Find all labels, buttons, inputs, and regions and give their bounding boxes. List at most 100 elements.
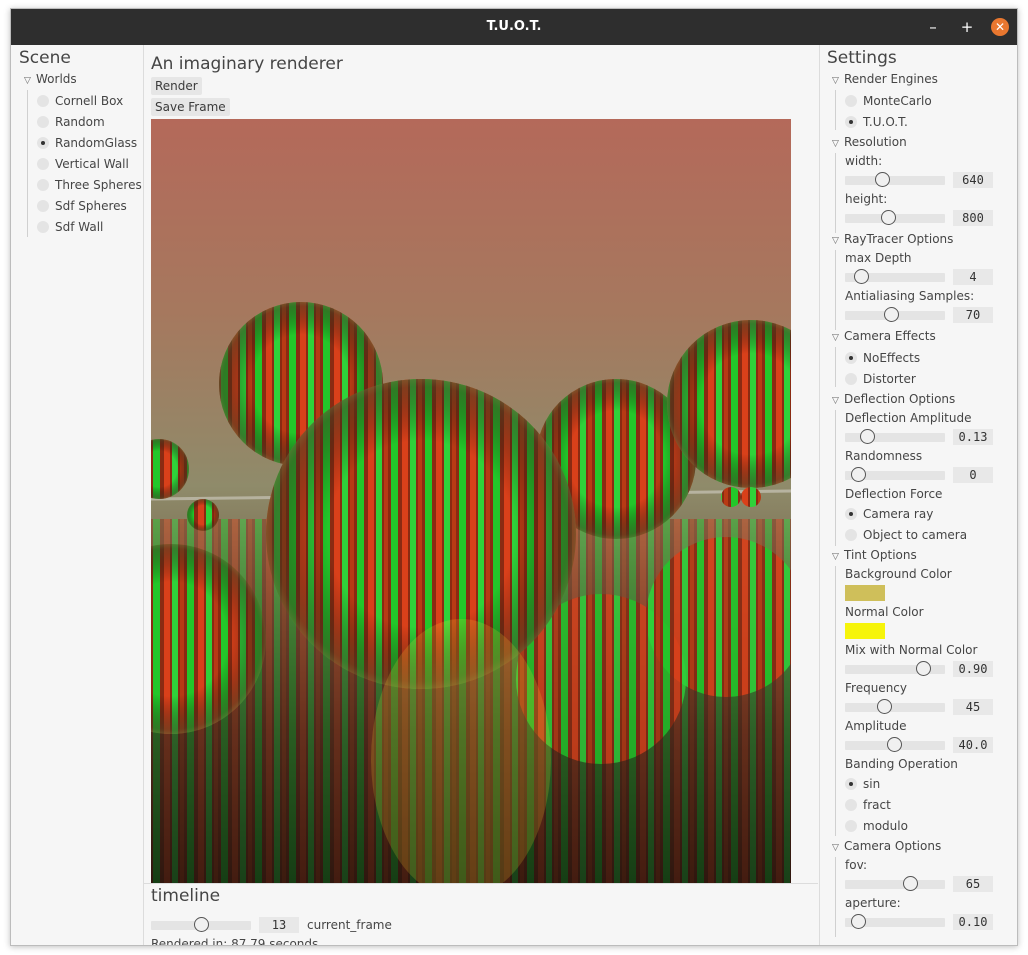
minimize-icon[interactable]: – [924, 18, 942, 36]
tree-guide-line [835, 153, 836, 233]
aperture-value[interactable]: 0.10 [953, 914, 993, 930]
slider-knob[interactable] [874, 172, 890, 187]
world-item-sdf-wall[interactable]: Sdf Wall [37, 218, 103, 236]
rendered-image [151, 119, 791, 884]
amplitude-value[interactable]: 40.0 [953, 737, 993, 753]
radio-icon[interactable] [37, 179, 49, 191]
deflection-amplitude-label: Deflection Amplitude [845, 411, 972, 425]
width-value[interactable]: 640 [953, 172, 993, 188]
slider-knob[interactable] [850, 914, 866, 929]
aperture-label: aperture: [845, 896, 901, 910]
radio-icon[interactable] [37, 221, 49, 233]
max-depth-slider[interactable] [845, 269, 945, 284]
height-label: height: [845, 192, 888, 206]
tree-guide-line [835, 410, 836, 546]
frequency-value[interactable]: 45 [953, 699, 993, 715]
deflection-options-header[interactable]: ▽ Deflection Options [832, 392, 955, 406]
slider-knob[interactable] [886, 737, 902, 752]
option-label: Camera ray [863, 507, 934, 521]
normal-color-label: Normal Color [845, 605, 924, 619]
maximize-icon[interactable]: + [958, 18, 976, 36]
world-item-sdf-spheres[interactable]: Sdf Spheres [37, 197, 127, 215]
slider-knob[interactable] [850, 467, 866, 482]
tree-guide-line [835, 90, 836, 130]
antialiasing-slider[interactable] [845, 307, 945, 322]
radio-icon[interactable] [845, 529, 857, 541]
timeline-slider-knob[interactable] [193, 917, 209, 932]
banding-option-sin[interactable]: sin [845, 775, 880, 793]
slider-knob[interactable] [853, 269, 869, 284]
background-color-swatch[interactable] [845, 585, 885, 601]
option-label: modulo [863, 819, 908, 833]
randomness-slider[interactable] [845, 467, 945, 482]
mix-normal-color-value[interactable]: 0.90 [953, 661, 993, 677]
banding-option-fract[interactable]: fract [845, 796, 891, 814]
force-option-object-to-camera[interactable]: Object to camera [845, 526, 967, 544]
slider-knob[interactable] [880, 210, 896, 225]
radio-icon[interactable] [845, 373, 857, 385]
slider-knob[interactable] [884, 307, 900, 322]
resolution-header[interactable]: ▽ Resolution [832, 135, 907, 149]
expand-triangle-icon: ▽ [832, 843, 839, 853]
world-item-cornell-box[interactable]: Cornell Box [37, 92, 123, 110]
radio-selected-icon[interactable] [845, 352, 857, 364]
effect-option-distorter[interactable]: Distorter [845, 370, 916, 388]
deflection-amplitude-value[interactable]: 0.13 [953, 429, 993, 445]
radio-selected-icon[interactable] [845, 116, 857, 128]
deflection-amplitude-slider[interactable] [845, 429, 945, 444]
render-engines-header[interactable]: ▽ Render Engines [832, 72, 938, 86]
timeline-slider[interactable] [151, 917, 251, 932]
section-label: Camera Effects [844, 329, 936, 343]
radio-icon[interactable] [37, 116, 49, 128]
radio-icon[interactable] [37, 158, 49, 170]
fov-slider[interactable] [845, 876, 945, 891]
normal-color-swatch[interactable] [845, 623, 885, 639]
camera-options-header[interactable]: ▽ Camera Options [832, 839, 941, 853]
world-item-three-spheres[interactable]: Three Spheres [37, 176, 142, 194]
mix-normal-color-slider[interactable] [845, 661, 945, 676]
radio-icon[interactable] [37, 200, 49, 212]
effect-option-noeffects[interactable]: NoEffects [845, 349, 920, 367]
worlds-tree-header[interactable]: ▽ Worlds [24, 72, 77, 86]
frequency-slider[interactable] [845, 699, 945, 714]
amplitude-slider[interactable] [845, 737, 945, 752]
width-slider[interactable] [845, 172, 945, 187]
banding-option-modulo[interactable]: modulo [845, 817, 908, 835]
render-button[interactable]: Render [151, 77, 202, 95]
close-icon[interactable]: ✕ [991, 18, 1009, 36]
slider-knob[interactable] [860, 429, 876, 444]
antialiasing-value[interactable]: 70 [953, 307, 993, 323]
slider-knob[interactable] [877, 699, 893, 714]
timeline-value[interactable]: 13 [259, 917, 299, 933]
aperture-slider[interactable] [845, 914, 945, 929]
slider-knob[interactable] [916, 661, 932, 676]
world-label: Three Spheres [55, 178, 142, 192]
radio-selected-icon[interactable] [845, 778, 857, 790]
radio-selected-icon[interactable] [845, 508, 857, 520]
radio-icon[interactable] [37, 95, 49, 107]
world-item-randomglass[interactable]: RandomGlass [37, 134, 137, 152]
radio-icon[interactable] [845, 820, 857, 832]
engine-option-montecarlo[interactable]: MonteCarlo [845, 92, 932, 110]
height-value[interactable]: 800 [953, 210, 993, 226]
tree-guide-line [835, 857, 836, 937]
tint-options-header[interactable]: ▽ Tint Options [832, 548, 917, 562]
height-slider[interactable] [845, 210, 945, 225]
world-item-random[interactable]: Random [37, 113, 105, 131]
radio-icon[interactable] [845, 95, 857, 107]
world-item-vertical-wall[interactable]: Vertical Wall [37, 155, 129, 173]
randomness-value[interactable]: 0 [953, 467, 993, 483]
camera-effects-header[interactable]: ▽ Camera Effects [832, 329, 936, 343]
max-depth-value[interactable]: 4 [953, 269, 993, 285]
raytracer-options-header[interactable]: ▽ RayTracer Options [832, 232, 953, 246]
engine-option-tuot[interactable]: T.U.O.T. [845, 113, 908, 131]
world-label: Cornell Box [55, 94, 124, 108]
force-option-camera-ray[interactable]: Camera ray [845, 505, 933, 523]
radio-icon[interactable] [845, 799, 857, 811]
radio-selected-icon[interactable] [37, 137, 49, 149]
fov-value[interactable]: 65 [953, 876, 993, 892]
slider-knob[interactable] [902, 876, 918, 891]
section-label: RayTracer Options [844, 232, 954, 246]
save-frame-button[interactable]: Save Frame [151, 98, 230, 116]
section-label: Camera Options [844, 839, 942, 853]
